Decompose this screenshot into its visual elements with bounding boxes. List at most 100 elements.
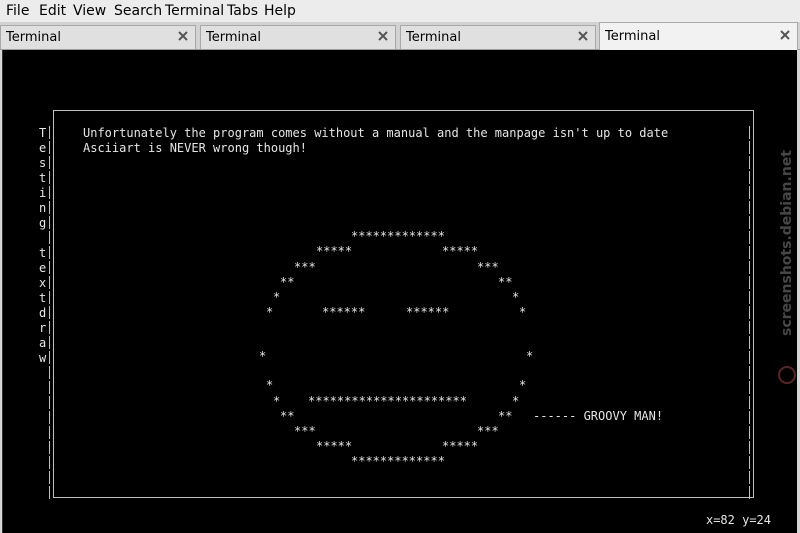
face-row: ************* — [351, 454, 445, 468]
text-column-bar — [49, 471, 50, 484]
face-row: * — [273, 290, 281, 304]
close-icon[interactable] — [779, 29, 791, 41]
tab-label: Terminal — [605, 29, 660, 44]
face-row: ** — [280, 409, 295, 423]
watermark-text: screenshots.debian.net — [779, 150, 795, 336]
text-column-bar — [49, 351, 50, 364]
menu-search[interactable]: Search — [114, 3, 162, 19]
text-column-bar — [749, 276, 750, 289]
face-row: *** — [294, 424, 316, 438]
text-column-bar — [49, 306, 50, 319]
box-border-left — [53, 110, 54, 498]
menu-view[interactable]: View — [73, 3, 106, 19]
face-row: ** — [280, 275, 295, 289]
close-icon[interactable] — [177, 30, 189, 42]
text-column-bar — [749, 396, 750, 409]
face-row: ***** — [316, 244, 353, 258]
vertical-letter: g — [39, 216, 47, 230]
text-column-bar — [49, 366, 50, 379]
face-row: ***** — [442, 439, 479, 453]
text-column-bar — [49, 156, 50, 169]
text-column-bar — [49, 171, 50, 184]
close-icon[interactable] — [577, 30, 589, 42]
vertical-letter: w — [39, 351, 47, 365]
text-column-bar — [749, 186, 750, 199]
face-row: * — [512, 290, 520, 304]
face-row: * — [273, 394, 281, 408]
text-column-bar — [49, 441, 50, 454]
text-column-bar — [49, 396, 50, 409]
face-row: *** — [294, 260, 316, 274]
vertical-letter: e — [39, 261, 47, 275]
text-column-bar — [749, 471, 750, 484]
vertical-letter: s — [39, 156, 47, 170]
text-column-bar — [49, 411, 50, 424]
vertical-letter: T — [39, 126, 47, 140]
text-column-bar — [49, 486, 50, 499]
box-border-bottom — [53, 497, 753, 498]
text-column-bar — [49, 126, 50, 139]
text-column-bar — [749, 486, 750, 499]
vertical-letter: e — [39, 141, 47, 155]
left-eye: ****** — [322, 305, 366, 319]
text-column-bar — [749, 246, 750, 259]
menu-bar: File Edit View Search Terminal Tabs Help — [0, 0, 800, 23]
box-border-top — [53, 110, 753, 111]
vertical-letter: t — [39, 246, 47, 260]
face-row: ** — [498, 275, 513, 289]
text-column-bar — [749, 456, 750, 469]
vertical-letter: d — [39, 306, 47, 320]
face-row: * — [519, 378, 527, 392]
text-column-bar — [749, 321, 750, 334]
vertical-letter: t — [39, 171, 47, 185]
text-column-bar — [49, 426, 50, 439]
vertical-letter: n — [39, 201, 47, 215]
text-column-bar — [749, 291, 750, 304]
text-column-bar — [749, 216, 750, 229]
groovy-caption: ------ GROOVY MAN! — [533, 409, 664, 423]
tab-terminal-4[interactable]: Terminal — [599, 22, 798, 50]
text-column-bar — [749, 201, 750, 214]
close-icon[interactable] — [377, 30, 389, 42]
text-column-bar — [749, 156, 750, 169]
box-border-right — [753, 110, 754, 498]
text-column-bar — [749, 351, 750, 364]
cursor-status: x=82 y=24 — [705, 513, 771, 527]
tab-label: Terminal — [206, 30, 261, 45]
text-column-bar — [49, 261, 50, 274]
face-row: *** — [477, 424, 499, 438]
vertical-letter: i — [39, 186, 47, 200]
face-row: ** — [498, 409, 513, 423]
tab-bar: Terminal Terminal Terminal Terminal — [0, 22, 800, 50]
terminal-line-1: Unfortunately the program comes without … — [83, 126, 669, 140]
right-eye: ****** — [406, 305, 450, 319]
text-column-bar — [49, 186, 50, 199]
text-column-bar — [49, 276, 50, 289]
text-column-bar — [49, 246, 50, 259]
tab-terminal-2[interactable]: Terminal — [200, 25, 396, 49]
menu-tabs[interactable]: Tabs — [227, 3, 258, 19]
tab-terminal-1[interactable]: Terminal — [0, 25, 196, 49]
text-column-bar — [49, 456, 50, 469]
menu-edit[interactable]: Edit — [39, 3, 66, 19]
text-column-bar — [749, 126, 750, 139]
face-row: ***** — [442, 244, 479, 258]
vertical-letter: r — [39, 321, 47, 335]
face-row: ***** — [316, 439, 353, 453]
mouth: ********************** — [308, 394, 467, 408]
text-column-bar — [749, 366, 750, 379]
scrollbar[interactable]: screenshots.debian.net — [775, 50, 797, 533]
tab-terminal-3[interactable]: Terminal — [400, 25, 596, 49]
menu-file[interactable]: File — [6, 3, 29, 19]
text-column-bar — [749, 411, 750, 424]
face-row: * — [526, 349, 534, 363]
menu-terminal[interactable]: Terminal — [165, 3, 224, 19]
face-row: * — [512, 394, 520, 408]
text-column-bar — [49, 231, 50, 244]
menu-help[interactable]: Help — [264, 3, 296, 19]
text-column-bar — [749, 261, 750, 274]
face-row: ************* — [351, 229, 445, 243]
terminal-view[interactable]: Unfortunately the program comes without … — [2, 50, 797, 533]
face-row: * — [519, 305, 527, 319]
text-column-bar — [49, 381, 50, 394]
